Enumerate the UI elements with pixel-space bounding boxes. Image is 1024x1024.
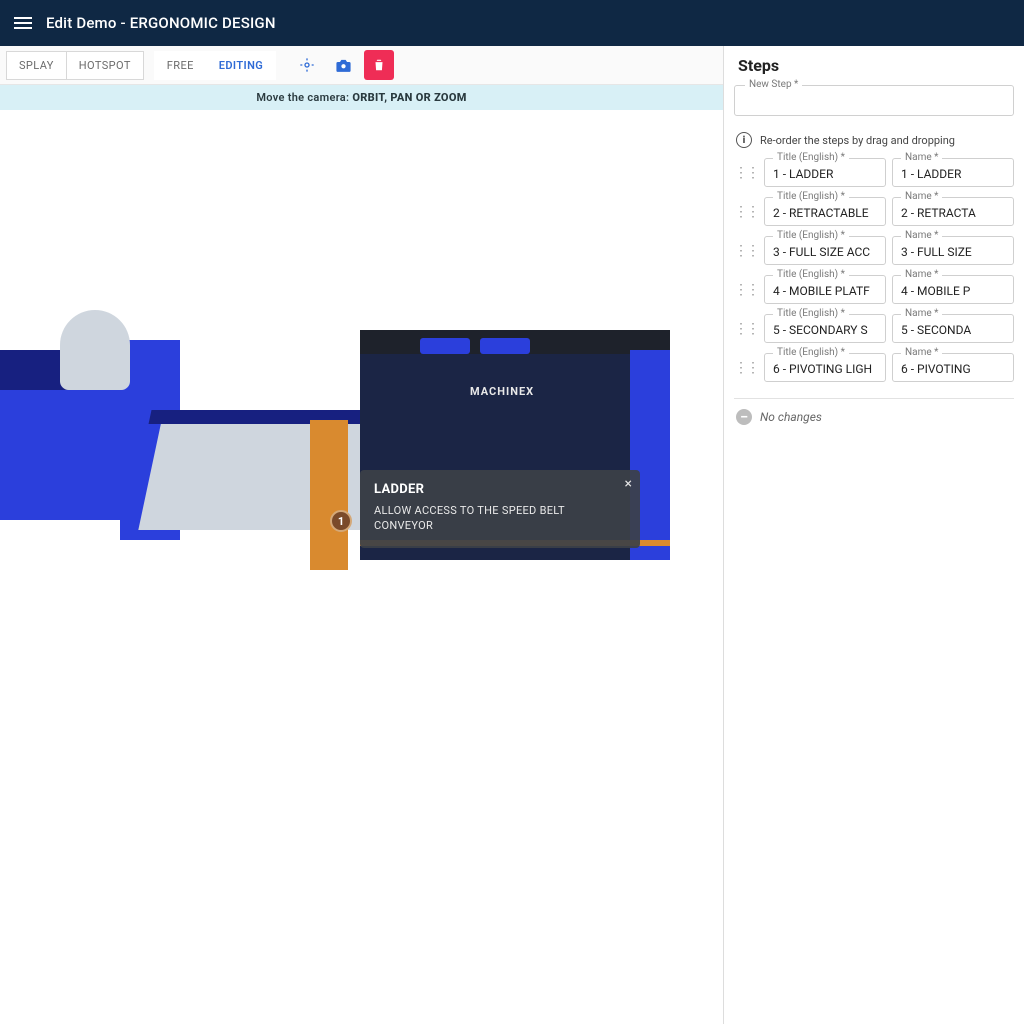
field-value: 4 - MOBILE PLATF xyxy=(773,284,877,298)
field-label: Name * xyxy=(901,347,942,358)
tab-editing[interactable]: EDITING xyxy=(206,51,276,80)
step-title-field[interactable]: Title (English) * 6 - PIVOTING LIGH xyxy=(764,353,886,382)
tab-hotspot[interactable]: HOTSPOT xyxy=(66,51,144,80)
field-label: Name * xyxy=(901,191,942,202)
field-value: 6 - PIVOTING xyxy=(901,362,1005,376)
app-root: Edit Demo - ERGONOMIC DESIGN SPLAY HOTSP… xyxy=(0,0,1024,1024)
step-name-field[interactable]: Name * 1 - LADDER xyxy=(892,158,1014,187)
step-title-field[interactable]: Title (English) * 2 - RETRACTABLE xyxy=(764,197,886,226)
tooltip-body: ALLOW ACCESS TO THE SPEED BELT CONVEYOR xyxy=(374,503,626,534)
field-label: Title (English) * xyxy=(773,269,849,280)
field-label: Title (English) * xyxy=(773,152,849,163)
tooltip-title: LADDER xyxy=(374,482,626,497)
step-row: ⋮⋮ Title (English) * 5 - SECONDARY S Nam… xyxy=(734,314,1014,343)
step-name-field[interactable]: Name * 6 - PIVOTING xyxy=(892,353,1014,382)
step-row: ⋮⋮ Title (English) * 1 - LADDER Name * 1… xyxy=(734,158,1014,187)
field-value: 6 - PIVOTING LIGH xyxy=(773,362,877,376)
step-name-field[interactable]: Name * 5 - SECONDA xyxy=(892,314,1014,343)
field-value: 2 - RETRACTABLE xyxy=(773,206,877,220)
field-label: Title (English) * xyxy=(773,191,849,202)
field-value: 3 - FULL SIZE ACC xyxy=(773,245,877,259)
reorder-hint-text: Re-order the steps by drag and dropping xyxy=(760,134,955,147)
drag-handle-icon[interactable]: ⋮⋮ xyxy=(734,361,758,375)
close-icon[interactable]: × xyxy=(625,476,632,492)
machine-3d-placeholder: MACHINEX xyxy=(0,250,723,964)
camera-icon[interactable] xyxy=(328,50,358,80)
brand-label: MACHINEX xyxy=(470,385,534,398)
step-name-field[interactable]: Name * 2 - RETRACTA xyxy=(892,197,1014,226)
step-row: ⋮⋮ Title (English) * 4 - MOBILE PLATF Na… xyxy=(734,275,1014,304)
step-name-field[interactable]: Name * 4 - MOBILE P xyxy=(892,275,1014,304)
hint-prefix: Move the camera: xyxy=(256,91,352,104)
tab-free[interactable]: FREE xyxy=(154,51,207,80)
changes-status: – No changes xyxy=(734,398,1014,435)
field-value: 4 - MOBILE P xyxy=(901,284,1005,298)
step-title-field[interactable]: Title (English) * 4 - MOBILE PLATF xyxy=(764,275,886,304)
page-title: Edit Demo - ERGONOMIC DESIGN xyxy=(46,14,276,32)
field-label: Title (English) * xyxy=(773,230,849,241)
main-area: SPLAY HOTSPOT FREE EDITING Move the came… xyxy=(0,46,1024,1024)
drag-handle-icon[interactable]: ⋮⋮ xyxy=(734,283,758,297)
drag-handle-icon[interactable]: ⋮⋮ xyxy=(734,322,758,336)
viewport-column: SPLAY HOTSPOT FREE EDITING Move the came… xyxy=(0,46,724,1024)
field-value: 5 - SECONDA xyxy=(901,323,1005,337)
step-row: ⋮⋮ Title (English) * 3 - FULL SIZE ACC N… xyxy=(734,236,1014,265)
steps-panel: Steps New Step * i Re-order the steps by… xyxy=(724,46,1024,1024)
field-label: Title (English) * xyxy=(773,347,849,358)
new-step-label: New Step * xyxy=(745,79,802,90)
field-label: Name * xyxy=(901,308,942,319)
field-value: 1 - LADDER xyxy=(901,167,1005,181)
step-row: ⋮⋮ Title (English) * 2 - RETRACTABLE Nam… xyxy=(734,197,1014,226)
drag-handle-icon[interactable]: ⋮⋮ xyxy=(734,205,758,219)
step-title-field[interactable]: Title (English) * 5 - SECONDARY S xyxy=(764,314,886,343)
step-title-field[interactable]: Title (English) * 1 - LADDER xyxy=(764,158,886,187)
field-label: Name * xyxy=(901,152,942,163)
camera-hint: Move the camera: ORBIT, PAN OR ZOOM xyxy=(0,85,723,110)
info-icon: i xyxy=(736,132,752,148)
new-step-input[interactable]: New Step * xyxy=(734,85,1014,116)
app-header: Edit Demo - ERGONOMIC DESIGN xyxy=(0,0,1024,46)
field-label: Name * xyxy=(901,230,942,241)
step-name-field[interactable]: Name * 3 - FULL SIZE xyxy=(892,236,1014,265)
step-title-field[interactable]: Title (English) * 3 - FULL SIZE ACC xyxy=(764,236,886,265)
viewport-canvas[interactable]: MACHINEX 1 × LADDER ALLOW ACCESS TO THE … xyxy=(0,110,723,1024)
field-value: 3 - FULL SIZE xyxy=(901,245,1005,259)
field-label: Name * xyxy=(901,269,942,280)
field-value: 5 - SECONDARY S xyxy=(773,323,877,337)
drag-handle-icon[interactable]: ⋮⋮ xyxy=(734,244,758,258)
changes-text: No changes xyxy=(760,410,822,424)
viewport-toolbar: SPLAY HOTSPOT FREE EDITING xyxy=(0,46,723,85)
delete-icon[interactable] xyxy=(364,50,394,80)
field-value: 1 - LADDER xyxy=(773,167,877,181)
hint-modes: ORBIT, PAN OR ZOOM xyxy=(352,91,466,104)
field-value: 2 - RETRACTA xyxy=(901,206,1005,220)
step-row: ⋮⋮ Title (English) * 6 - PIVOTING LIGH N… xyxy=(734,353,1014,382)
reorder-hint: i Re-order the steps by drag and droppin… xyxy=(736,132,1014,148)
tab-display[interactable]: SPLAY xyxy=(6,51,67,80)
drag-handle-icon[interactable]: ⋮⋮ xyxy=(734,166,758,180)
minus-icon: – xyxy=(736,409,752,425)
hotspot-tooltip: × LADDER ALLOW ACCESS TO THE SPEED BELT … xyxy=(360,470,640,548)
recenter-icon[interactable] xyxy=(292,50,322,80)
steps-heading: Steps xyxy=(738,56,1014,75)
field-label: Title (English) * xyxy=(773,308,849,319)
hotspot-marker-1[interactable]: 1 xyxy=(330,510,352,532)
hamburger-icon[interactable] xyxy=(14,17,32,29)
